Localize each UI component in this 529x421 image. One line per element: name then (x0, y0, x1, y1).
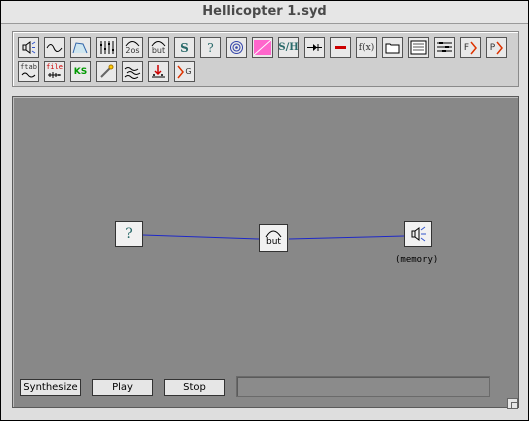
delay-icon (307, 44, 322, 51)
notes-tool[interactable] (408, 37, 429, 58)
random-node[interactable]: ? (115, 221, 143, 247)
minus-icon (335, 46, 346, 49)
random-tool[interactable]: ? (200, 37, 221, 58)
file-label: file (46, 63, 63, 71)
spectrum-tool[interactable] (226, 37, 247, 58)
expression-tool[interactable]: f(x) (356, 37, 377, 58)
sine-wave-icon (46, 44, 63, 52)
question-icon: ? (207, 40, 214, 55)
play-button[interactable]: Play (92, 379, 153, 396)
output-node[interactable] (404, 221, 432, 247)
wave-icon (21, 72, 36, 78)
audio-file-icon (47, 72, 61, 78)
notes-icon (410, 40, 427, 55)
p-output-tool[interactable]: P (486, 37, 507, 58)
module-palette: 2os but S ? S/H f(x) F P ftab file KS G (12, 31, 519, 87)
pink-noise-icon (254, 40, 271, 55)
speaker-icon (22, 41, 36, 54)
synthesize-button[interactable]: Synthesize (20, 379, 81, 396)
file-tool[interactable]: file (44, 61, 65, 82)
sample-tool[interactable]: S (174, 37, 195, 58)
title-bar[interactable]: Hellicopter 1.syd (1, 1, 528, 24)
butterworth-label: but (151, 46, 166, 55)
wand-tool[interactable] (96, 61, 117, 82)
mixer-tool[interactable] (96, 37, 117, 58)
wire-filter-to-output (288, 235, 405, 240)
two-pole-filter-tool[interactable]: 2os (122, 37, 143, 58)
sequencer-tool[interactable] (434, 37, 455, 58)
sample-icon: S (180, 40, 189, 55)
sequencer-icon (437, 42, 452, 52)
speaker-tool[interactable] (18, 37, 39, 58)
spectrum-icon (230, 41, 243, 54)
speaker-icon (411, 226, 426, 242)
butterworth-filter-tool[interactable]: but (148, 37, 169, 58)
two-pole-label: 2os (125, 46, 140, 55)
pink-noise-tool[interactable] (252, 37, 273, 58)
granular-tool[interactable] (148, 61, 169, 82)
gate-tool[interactable]: G (174, 61, 195, 82)
status-field (236, 376, 490, 397)
question-icon: ? (125, 226, 133, 242)
wave-table-tool[interactable] (122, 61, 143, 82)
mixer-icon (100, 41, 114, 54)
patch-wires (142, 234, 405, 240)
chevron-right-icon (177, 65, 185, 78)
delay-tool[interactable] (304, 37, 325, 58)
wire-random-to-filter (142, 234, 260, 240)
window-title: Hellicopter 1.syd (202, 4, 327, 19)
folder-icon (385, 43, 400, 54)
sample-hold-icon: S/H (278, 41, 299, 53)
f-output-tool[interactable]: F (460, 37, 481, 58)
envelope-icon (72, 42, 88, 54)
constant-tool[interactable] (330, 37, 351, 58)
stop-button[interactable]: Stop (164, 379, 225, 396)
p-output-label: P (489, 42, 496, 53)
sample-hold-tool[interactable]: S/H (278, 37, 299, 58)
granular-icon (152, 65, 165, 78)
synthesis-window: Hellicopter 1.syd 2os but S ? S/H f(x) F… (0, 0, 529, 421)
oscillator-tool[interactable] (44, 37, 65, 58)
folder-tool[interactable] (382, 37, 403, 58)
expression-icon: f(x) (358, 42, 375, 53)
chevron-right-icon (496, 41, 504, 54)
chevron-right-icon (470, 41, 478, 54)
waves-icon (124, 67, 141, 79)
ks-tool[interactable]: KS (70, 61, 91, 82)
resize-grip-icon[interactable] (507, 398, 518, 409)
filter-node-label: but (266, 237, 281, 247)
f-output-label: F (463, 42, 470, 53)
ftab-tool[interactable]: ftab (18, 61, 39, 82)
butterworth-filter-node[interactable]: but (259, 224, 288, 252)
wand-icon (100, 64, 114, 78)
ks-label: KS (73, 66, 88, 77)
patch-canvas[interactable]: ? but (memory) (12, 96, 519, 408)
ftab-label: ftab (20, 63, 37, 71)
envelope-tool[interactable] (70, 37, 91, 58)
output-node-label: (memory) (395, 255, 439, 265)
gate-label: G (185, 66, 192, 76)
